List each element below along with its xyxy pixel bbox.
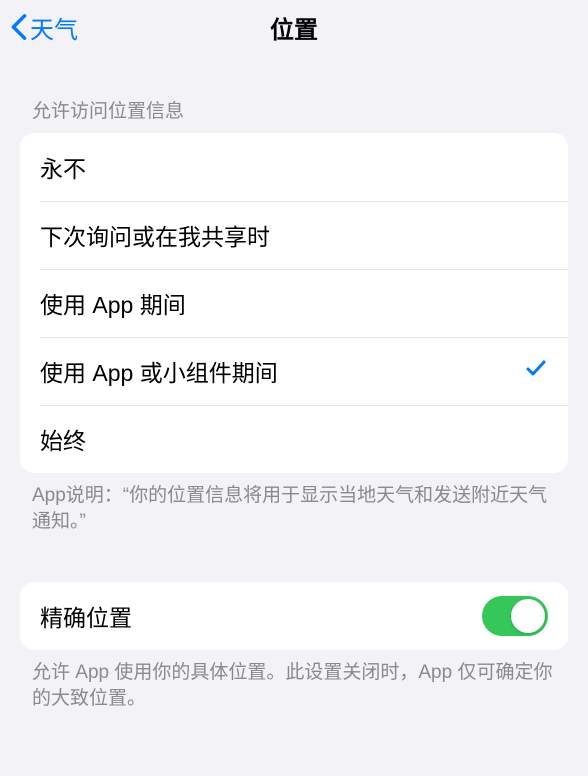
toggle-knob [511,599,545,633]
option-never[interactable]: 永不 [20,133,568,201]
section-footer-precise: 允许 App 使用你的具体位置。此设置关闭时，App 仅可确定你的大致位置。 [0,650,588,711]
precise-location-row[interactable]: 精确位置 [20,582,568,650]
option-label: 使用 App 期间 [40,286,186,320]
precise-location-toggle[interactable] [482,596,548,636]
checkmark-icon [524,356,548,386]
section-header-location-access: 允许访问位置信息 [0,96,588,133]
location-access-group: 永不 下次询问或在我共享时 使用 App 期间 使用 App 或小组件期间 始终 [20,133,568,473]
option-while-using-app[interactable]: 使用 App 期间 [20,269,568,337]
precise-location-label: 精确位置 [40,599,132,633]
back-label: 天气 [30,10,78,45]
precise-location-group: 精确位置 [20,582,568,650]
option-label: 始终 [40,422,86,456]
chevron-left-icon [10,13,28,41]
option-ask-next-time[interactable]: 下次询问或在我共享时 [20,201,568,269]
page-title: 位置 [0,10,588,45]
option-label: 使用 App 或小组件期间 [40,354,278,388]
navigation-bar: 天气 位置 [0,0,588,54]
section-footer-location-access: App说明：“你的位置信息将用于显示当地天气和发送附近天气通知。” [0,473,588,534]
back-button[interactable]: 天气 [10,10,78,45]
option-label: 下次询问或在我共享时 [40,218,270,252]
option-while-using-app-or-widget[interactable]: 使用 App 或小组件期间 [20,337,568,405]
option-label: 永不 [40,150,86,184]
option-always[interactable]: 始终 [20,405,568,473]
